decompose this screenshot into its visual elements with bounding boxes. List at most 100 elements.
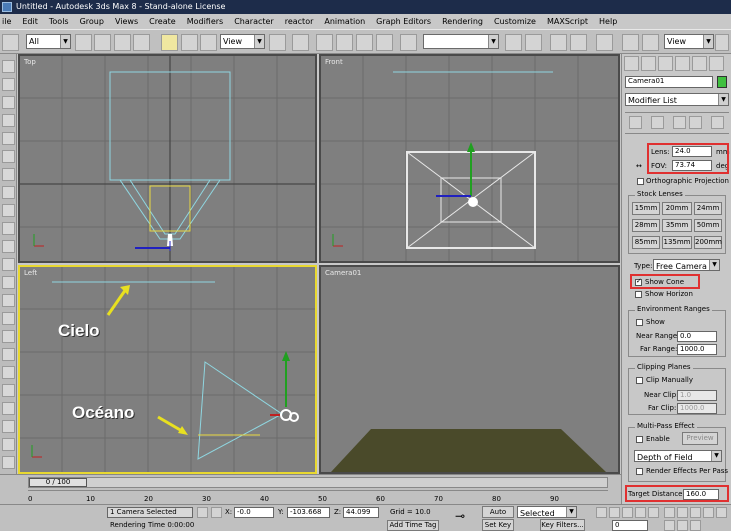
viewport-camera[interactable]: Camera01 — [319, 265, 620, 474]
time-slider-track[interactable]: 0 / 100 — [28, 477, 608, 488]
menu-edit[interactable]: Edit — [17, 14, 44, 29]
lens-28mm-button[interactable]: 28mm — [632, 219, 660, 232]
menu-graph-editors[interactable]: Graph Editors — [371, 14, 437, 29]
key-filters-button[interactable]: Key Filters... — [540, 519, 585, 531]
fov-icon[interactable] — [716, 507, 727, 518]
viewport-top[interactable]: Top — [18, 54, 317, 263]
show-end-result-icon[interactable] — [651, 116, 664, 129]
tab-icon[interactable] — [2, 258, 15, 271]
tab-icon[interactable] — [2, 384, 15, 397]
clip-manually-checkbox[interactable] — [636, 377, 643, 384]
near-range-field[interactable]: 0.0 — [677, 331, 717, 342]
far-range-field[interactable]: 1000.0 — [677, 344, 717, 355]
tab-icon[interactable] — [2, 330, 15, 343]
curve-editor-icon[interactable] — [570, 34, 587, 51]
select-by-name-icon[interactable] — [94, 34, 111, 51]
angle-snap-icon[interactable] — [336, 34, 353, 51]
tab-icon[interactable] — [2, 456, 15, 469]
menu-modifiers[interactable]: Modifiers — [182, 14, 230, 29]
tab-icon[interactable] — [2, 186, 15, 199]
pin-stack-icon[interactable] — [629, 116, 642, 129]
pivot-icon[interactable] — [269, 34, 286, 51]
rotate-icon[interactable] — [181, 34, 198, 51]
schematic-view-icon[interactable] — [596, 34, 613, 51]
tab-icon[interactable] — [2, 312, 15, 325]
z-coord-field[interactable]: 44.099 — [343, 507, 379, 518]
lens-15mm-button[interactable]: 15mm — [632, 202, 660, 215]
layer-manager-icon[interactable] — [550, 34, 567, 51]
camera-type-dropdown[interactable]: Free Camera ▼ — [653, 259, 720, 271]
tab-icon[interactable] — [2, 438, 15, 451]
tab-icon[interactable] — [2, 366, 15, 379]
menu-maxscript[interactable]: MAXScript — [542, 14, 594, 29]
menu-animation[interactable]: Animation — [319, 14, 371, 29]
mirror-icon[interactable] — [505, 34, 522, 51]
lens-50mm-button[interactable]: 50mm — [694, 219, 722, 232]
lens-24mm-button[interactable]: 24mm — [694, 202, 722, 215]
create-tab-icon[interactable] — [624, 56, 639, 71]
render-view-dropdown[interactable]: View ▼ — [664, 34, 714, 49]
menu-file[interactable]: ile — [0, 14, 17, 29]
menu-create[interactable]: Create — [144, 14, 182, 29]
spinner-snap-icon[interactable] — [376, 34, 393, 51]
tab-icon[interactable] — [2, 78, 15, 91]
auto-key-button[interactable]: Auto Key — [482, 506, 514, 527]
select-manipulate-icon[interactable] — [292, 34, 309, 51]
tab-icon[interactable] — [2, 348, 15, 361]
tab-icon[interactable] — [2, 114, 15, 127]
goto-start-icon[interactable] — [596, 507, 607, 518]
menu-rendering[interactable]: Rendering — [437, 14, 489, 29]
tab-icon[interactable] — [2, 168, 15, 181]
key-icon[interactable]: ⊸ — [455, 509, 465, 523]
modify-tab-icon[interactable] — [641, 56, 656, 71]
render-scene-icon[interactable] — [642, 34, 659, 51]
edit-named-sel-icon[interactable] — [400, 34, 417, 51]
lens-200mm-button[interactable]: 200mm — [694, 236, 722, 249]
show-horizon-checkbox[interactable] — [635, 291, 642, 298]
tab-icon[interactable] — [2, 96, 15, 109]
near-clip-field[interactable]: 1.0 — [677, 390, 717, 401]
window-crossing-icon[interactable] — [133, 34, 150, 51]
goto-end-icon[interactable] — [648, 507, 659, 518]
current-frame-field[interactable]: 0 — [612, 520, 648, 531]
tab-icon[interactable] — [2, 240, 15, 253]
menu-views[interactable]: Views — [110, 14, 144, 29]
render-effects-checkbox[interactable] — [636, 468, 643, 475]
display-tab-icon[interactable] — [692, 56, 707, 71]
percent-snap-icon[interactable] — [356, 34, 373, 51]
menu-character[interactable]: Character — [229, 14, 280, 29]
tab-icon[interactable] — [2, 222, 15, 235]
far-clip-field[interactable]: 1000.0 — [677, 403, 717, 414]
utilities-tab-icon[interactable] — [709, 56, 724, 71]
zoom-extents-icon[interactable] — [690, 507, 701, 518]
menu-reactor[interactable]: reactor — [280, 14, 320, 29]
snap-icon[interactable] — [316, 34, 333, 51]
add-time-tag-button[interactable]: Add Time Tag — [387, 520, 439, 531]
lock-icon[interactable] — [197, 507, 208, 518]
named-selection-dropdown[interactable]: ▼ — [423, 34, 499, 49]
configure-sets-icon[interactable] — [711, 116, 724, 129]
y-coord-field[interactable]: -103.668 — [287, 507, 330, 518]
remove-modifier-icon[interactable] — [689, 116, 702, 129]
pan-icon[interactable] — [664, 520, 675, 531]
viewport-front[interactable]: Front — [319, 54, 620, 263]
orbit-icon[interactable] — [677, 520, 688, 531]
zoom-extents-all-icon[interactable] — [703, 507, 714, 518]
object-name-field[interactable]: Camera01 — [625, 76, 713, 88]
material-editor-icon[interactable] — [622, 34, 639, 51]
zoom-icon[interactable] — [664, 507, 675, 518]
move-icon[interactable] — [161, 34, 178, 51]
menu-group[interactable]: Group — [75, 14, 110, 29]
zoom-all-icon[interactable] — [677, 507, 688, 518]
make-unique-icon[interactable] — [673, 116, 686, 129]
lens-85mm-button[interactable]: 85mm — [632, 236, 660, 249]
tab-icon[interactable] — [2, 420, 15, 433]
ref-coord-dropdown[interactable]: View ▼ — [220, 34, 265, 49]
select-object-icon[interactable] — [75, 34, 92, 51]
play-icon[interactable] — [622, 507, 633, 518]
object-color-swatch[interactable] — [717, 76, 727, 88]
time-slider-thumb[interactable]: 0 / 100 — [29, 478, 87, 487]
tab-icon[interactable] — [2, 294, 15, 307]
selection-filter-dropdown[interactable]: All ▼ — [26, 34, 71, 49]
tab-icon[interactable] — [2, 132, 15, 145]
